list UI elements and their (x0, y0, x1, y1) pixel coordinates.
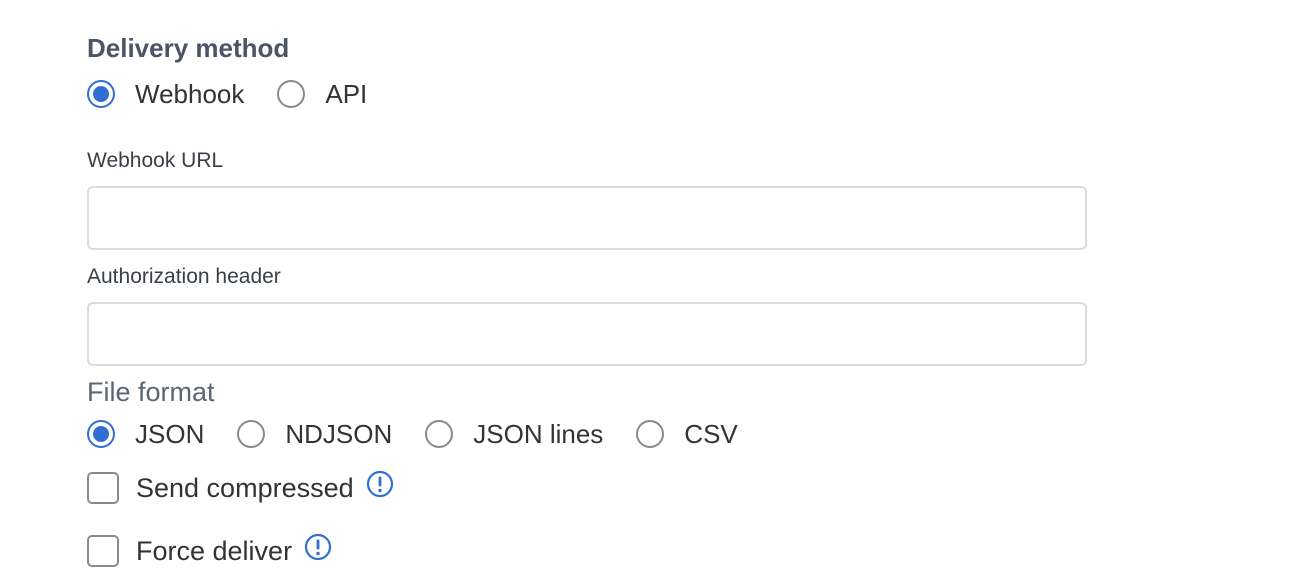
force-deliver-row: Force deliver (87, 533, 332, 569)
send-compressed-info-icon[interactable] (366, 470, 394, 498)
file-format-title: File format (87, 377, 215, 407)
radio-option-json[interactable]: JSON (87, 417, 204, 451)
radio-option-json-lines[interactable]: JSON lines (425, 417, 603, 451)
radio-csv-control[interactable] (636, 420, 665, 448)
authorization-header-label: Authorization header (87, 265, 281, 288)
delivery-settings-form: Delivery method Webhook API Webhook URL … (0, 0, 1306, 582)
radio-api-label[interactable]: API (325, 77, 367, 111)
radio-option-webhook[interactable]: Webhook (87, 77, 244, 111)
radio-ndjson-label[interactable]: NDJSON (285, 417, 392, 451)
send-compressed-checkbox[interactable] (87, 472, 119, 504)
delivery-method-title: Delivery method (87, 33, 290, 63)
send-compressed-row: Send compressed (87, 470, 394, 506)
force-deliver-checkbox[interactable] (87, 535, 119, 567)
radio-json-lines-label[interactable]: JSON lines (473, 417, 603, 451)
radio-option-ndjson[interactable]: NDJSON (237, 417, 392, 451)
send-compressed-label[interactable]: Send compressed (136, 470, 354, 506)
radio-csv-label[interactable]: CSV (684, 417, 737, 451)
radio-json-lines-control[interactable] (425, 420, 454, 448)
authorization-header-input[interactable] (87, 302, 1087, 366)
webhook-url-label: Webhook URL (87, 149, 224, 172)
force-deliver-info-icon[interactable] (304, 533, 332, 561)
radio-option-csv[interactable]: CSV (636, 417, 738, 451)
webhook-url-input[interactable] (87, 186, 1087, 250)
file-format-radio-group: JSON NDJSON JSON lines CSV (87, 417, 738, 451)
force-deliver-label[interactable]: Force deliver (136, 533, 292, 569)
radio-option-api[interactable]: API (277, 77, 367, 111)
radio-json-control[interactable] (87, 420, 115, 448)
delivery-method-radio-group: Webhook API (87, 77, 367, 111)
radio-api-control[interactable] (277, 80, 306, 108)
radio-webhook-control[interactable] (87, 80, 115, 108)
radio-ndjson-control[interactable] (237, 420, 266, 448)
radio-webhook-label[interactable]: Webhook (135, 77, 244, 111)
radio-json-label[interactable]: JSON (135, 417, 204, 451)
